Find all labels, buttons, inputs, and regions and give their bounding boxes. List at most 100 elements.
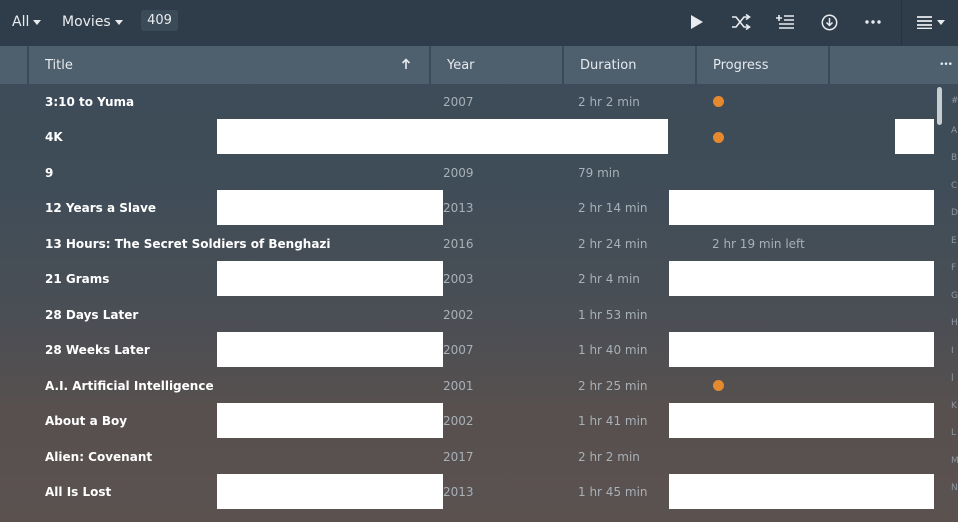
toolbar-divider <box>901 0 902 46</box>
table-row[interactable]: 13 Hours: The Secret Soldiers of Benghaz… <box>0 226 934 262</box>
movie-title[interactable]: 28 Days Later <box>45 297 138 332</box>
redacted-block <box>217 332 443 367</box>
movie-title[interactable]: 3:10 to Yuma <box>45 84 134 119</box>
column-header-duration[interactable]: Duration <box>564 46 697 84</box>
movie-progress <box>712 120 724 155</box>
top-toolbar: All Movies 409 <box>0 0 958 46</box>
movie-duration: 1 hr 45 min <box>578 485 648 499</box>
redacted-block <box>217 261 443 296</box>
unwatched-indicator-icon <box>713 131 724 143</box>
scrollbar-thumb[interactable] <box>937 87 942 125</box>
redacted-block <box>895 119 934 154</box>
movie-year: 2002 <box>443 307 474 322</box>
column-options-button[interactable]: ••• <box>830 46 958 84</box>
column-header-progress-label: Progress <box>713 57 769 73</box>
rail-mark: M <box>951 456 958 464</box>
add-to-playlist-icon <box>776 15 794 29</box>
table-row[interactable]: 9 2009 79 min <box>0 155 934 191</box>
table-row[interactable]: Alien: Covenant 2017 2 hr 2 min <box>0 439 934 475</box>
rail-mark: H <box>951 318 958 326</box>
filter-dropdown[interactable]: All <box>12 0 42 44</box>
movie-title[interactable]: 28 Weeks Later <box>45 333 150 368</box>
movie-title[interactable]: 9 <box>45 155 53 190</box>
chevron-down-icon <box>33 20 42 25</box>
redacted-block <box>669 332 934 367</box>
movie-year: 2007 <box>443 343 474 357</box>
movie-duration: 2 hr 25 min <box>578 378 648 393</box>
item-count-badge: 409 <box>141 10 178 31</box>
rail-mark: I <box>951 346 954 354</box>
library-type-dropdown[interactable]: Movies <box>62 0 123 44</box>
movie-duration: 2 hr 24 min <box>578 236 648 251</box>
movie-title[interactable]: Alien: Covenant <box>45 439 152 474</box>
movie-title[interactable]: All Is Lost <box>45 475 111 510</box>
redacted-block <box>217 403 443 438</box>
column-header-progress[interactable]: Progress <box>697 46 830 84</box>
sort-ascending-icon <box>401 58 411 69</box>
redacted-block <box>669 474 934 509</box>
rail-mark: F <box>951 263 957 271</box>
view-mode-button[interactable] <box>914 8 948 36</box>
unwatched-indicator-icon <box>713 96 724 107</box>
play-button[interactable] <box>683 8 711 36</box>
movie-title[interactable]: 13 Hours: The Secret Soldiers of Benghaz… <box>45 226 331 261</box>
movie-title[interactable]: About a Boy <box>45 404 127 439</box>
download-button[interactable] <box>815 8 843 36</box>
table-row[interactable]: 3:10 to Yuma 2007 2 hr 2 min <box>0 84 934 120</box>
redacted-block <box>669 261 934 296</box>
list-view-icon <box>917 16 932 29</box>
table-row[interactable]: 28 Days Later 2002 1 hr 53 min <box>0 297 934 333</box>
rail-mark: B <box>951 153 958 161</box>
rail-mark: K <box>951 401 957 409</box>
column-header-title[interactable]: Title <box>29 46 431 84</box>
rail-mark: D <box>951 208 958 216</box>
movie-title[interactable]: 4K <box>45 120 63 155</box>
rail-mark: N <box>951 483 958 491</box>
movie-year: 2013 <box>443 201 474 215</box>
movie-duration: 2 hr 14 min <box>578 201 648 215</box>
rail-mark: J <box>951 373 954 381</box>
movie-duration: 1 hr 41 min <box>578 414 648 428</box>
shuffle-icon <box>732 14 751 30</box>
movie-title[interactable]: 21 Grams <box>45 262 109 297</box>
filter-dropdown-label: All <box>12 14 30 30</box>
movie-year: 2007 <box>443 94 474 109</box>
library-type-label: Movies <box>62 14 111 30</box>
movie-progress: 2 hr 19 min left <box>712 236 805 251</box>
chevron-down-icon <box>937 20 945 25</box>
rail-mark: G <box>951 291 958 299</box>
rail-mark: E <box>951 236 957 244</box>
shuffle-button[interactable] <box>727 8 755 36</box>
redacted-block <box>217 474 443 509</box>
movie-progress <box>712 84 724 119</box>
movie-duration: 2 hr 2 min <box>578 449 640 464</box>
rail-mark: C <box>951 181 958 189</box>
rail-mark: # <box>951 96 958 104</box>
movie-title[interactable]: 12 Years a Slave <box>45 191 156 226</box>
redacted-block <box>217 119 668 154</box>
movie-year: 2017 <box>443 449 474 464</box>
add-to-playlist-button[interactable] <box>771 8 799 36</box>
redacted-block <box>669 190 934 225</box>
movie-progress <box>712 368 724 403</box>
movie-duration: 2 hr 2 min <box>578 94 640 109</box>
movie-year: 2001 <box>443 378 474 393</box>
movie-duration: 1 hr 40 min <box>578 343 648 357</box>
rail-mark: A <box>951 126 958 134</box>
download-icon <box>821 14 837 30</box>
redacted-block <box>217 190 443 225</box>
movie-duration: 79 min <box>578 165 620 180</box>
unwatched-indicator-icon <box>713 380 724 391</box>
more-options-button[interactable] <box>859 8 887 36</box>
table-row[interactable]: A.I. Artificial Intelligence 2001 2 hr 25 … <box>0 368 934 404</box>
rail-mark: L <box>951 428 957 436</box>
column-header-duration-label: Duration <box>580 57 637 73</box>
movie-year: 2003 <box>443 272 474 286</box>
play-icon <box>691 15 703 29</box>
movie-year: 2002 <box>443 414 474 428</box>
movie-year: 2009 <box>443 165 474 180</box>
column-header-row: Title Year Duration Progress ••• <box>0 46 958 84</box>
more-icon: ••• <box>939 60 953 70</box>
movie-title[interactable]: A.I. Artificial Intelligence <box>45 368 214 403</box>
column-header-year[interactable]: Year <box>431 46 564 84</box>
